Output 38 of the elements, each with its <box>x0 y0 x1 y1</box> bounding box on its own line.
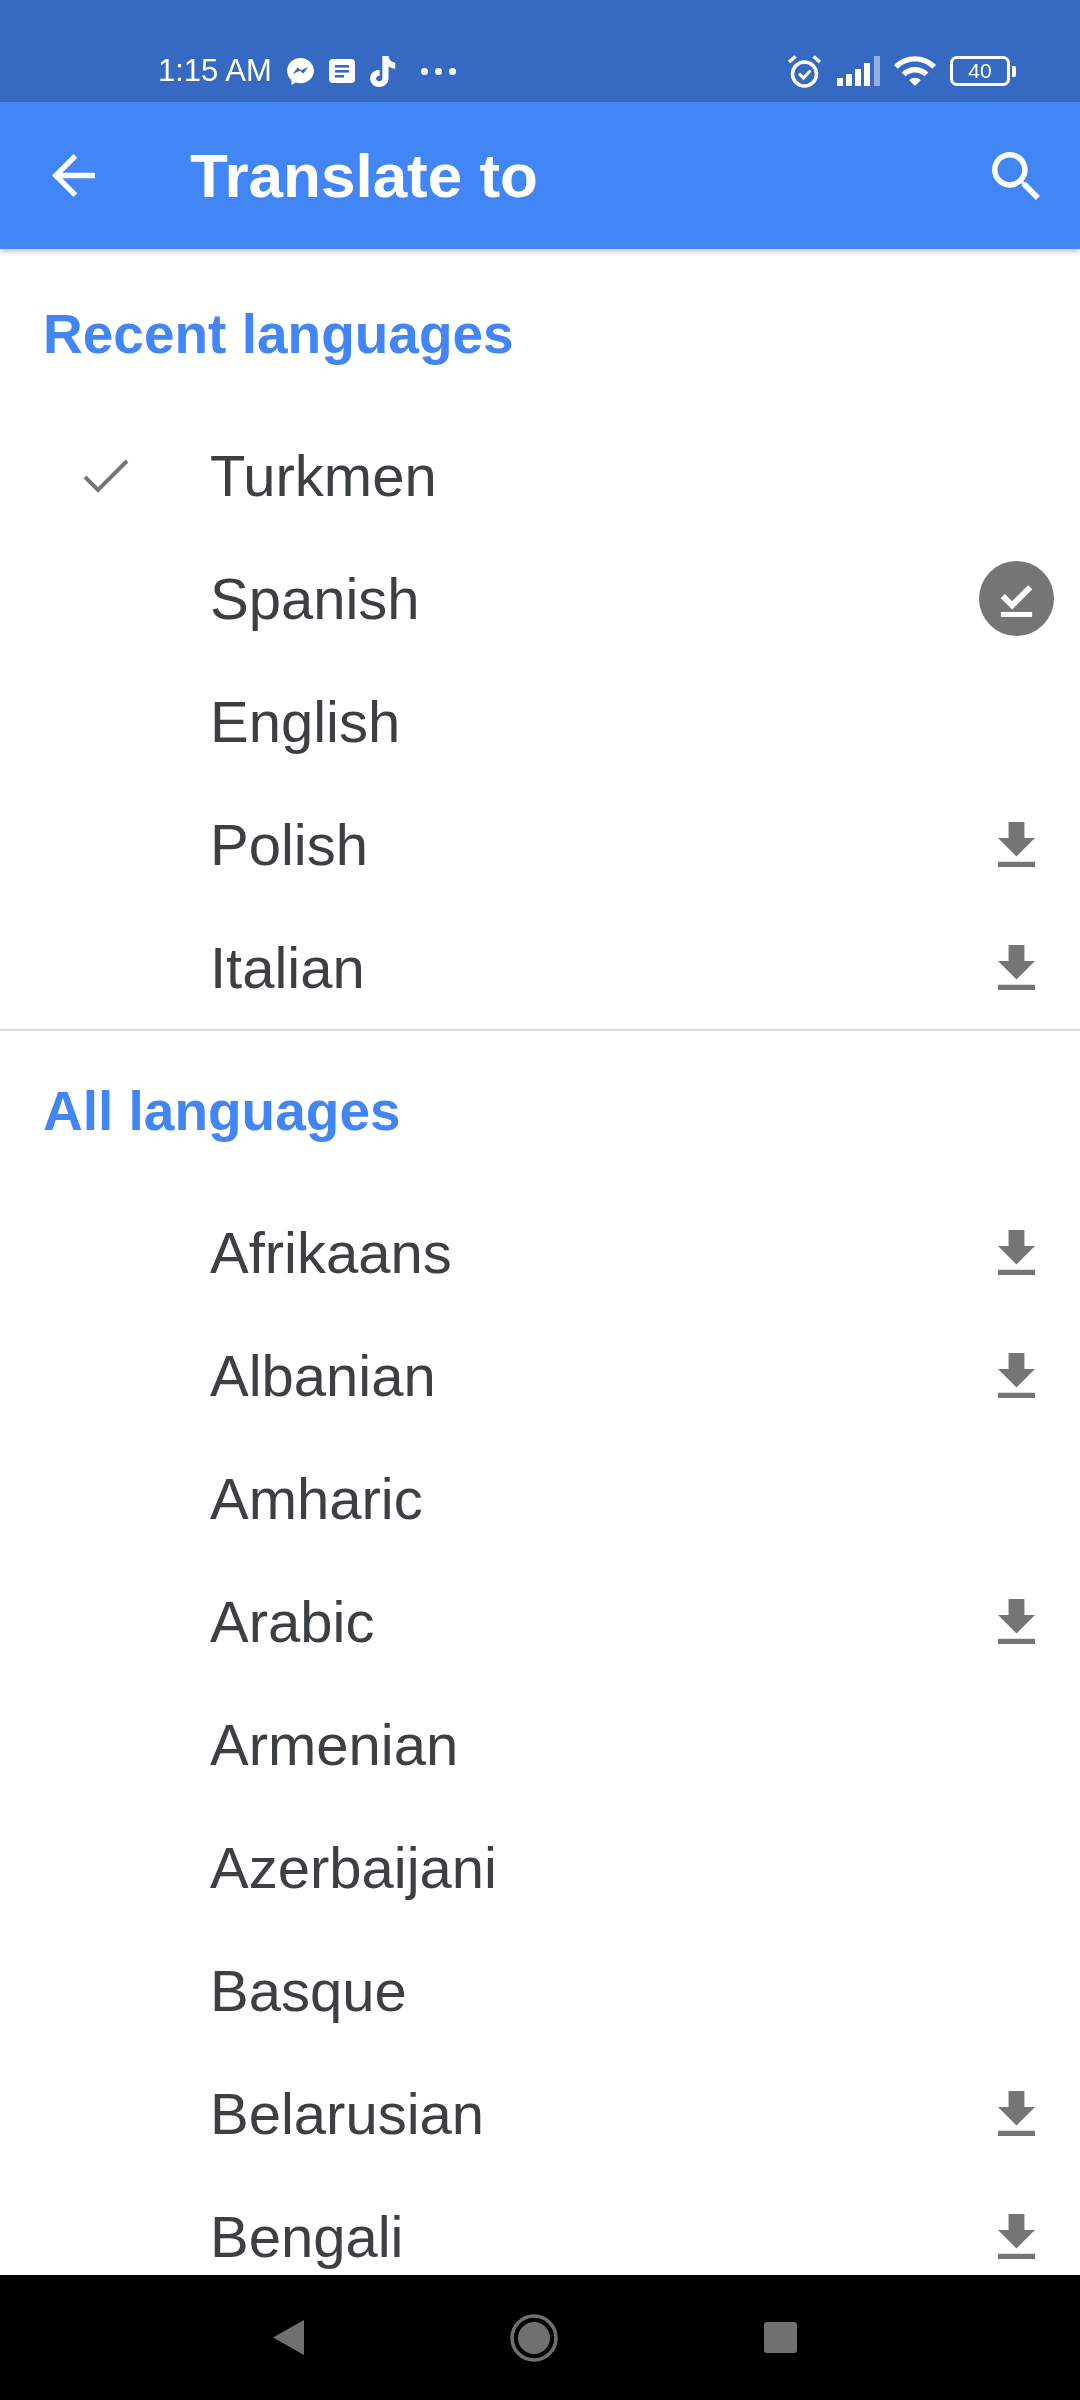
section-header: All languages <box>43 1081 401 1141</box>
language-option[interactable]: Arabic <box>210 1588 375 1655</box>
back-arrow-icon[interactable] <box>52 154 95 197</box>
download-icon[interactable] <box>998 1230 1035 1275</box>
wifi-icon <box>894 56 936 86</box>
alarm-clock-icon <box>786 52 823 90</box>
language-option[interactable]: Italian <box>210 934 365 1001</box>
chat-bubble-icon <box>286 57 314 85</box>
music-note-icon <box>369 55 396 87</box>
nav-home-icon[interactable] <box>510 2313 558 2362</box>
signal-bars-icon <box>837 56 880 86</box>
language-option[interactable]: Albanian <box>210 1342 436 1409</box>
search-icon[interactable] <box>992 151 1040 200</box>
status-time: 1:15 AM <box>158 53 272 89</box>
language-option[interactable]: English <box>210 688 401 755</box>
language-option[interactable]: Armenian <box>210 1711 459 1778</box>
language-option[interactable]: Azerbaijani <box>210 1834 497 1901</box>
language-option[interactable]: Belarusian <box>210 2080 485 2147</box>
language-option[interactable]: Turkmen <box>210 442 437 509</box>
language-option[interactable]: Spanish <box>210 565 420 632</box>
language-option[interactable]: Basque <box>210 1957 407 2024</box>
language-option[interactable]: Bengali <box>210 2203 404 2270</box>
language-option[interactable]: Amharic <box>210 1465 423 1532</box>
battery-percentage: 40 <box>968 60 992 82</box>
download-icon[interactable] <box>998 1353 1035 1398</box>
download-icon[interactable] <box>998 2091 1035 2136</box>
section-header: Recent languages <box>43 304 514 364</box>
more-dots-icon <box>420 67 456 75</box>
nav-back-icon[interactable] <box>273 2320 304 2355</box>
notes-icon <box>328 59 355 83</box>
download-icon[interactable] <box>998 822 1035 867</box>
screen-title: Translate to <box>190 139 538 212</box>
language-option[interactable]: Afrikaans <box>210 1219 452 1286</box>
download-icon[interactable] <box>998 945 1035 990</box>
download-icon[interactable] <box>998 1599 1035 1644</box>
language-option[interactable]: Polish <box>210 811 368 878</box>
download-icon[interactable] <box>998 2214 1035 2259</box>
downloaded-check-icon[interactable] <box>979 561 1054 636</box>
